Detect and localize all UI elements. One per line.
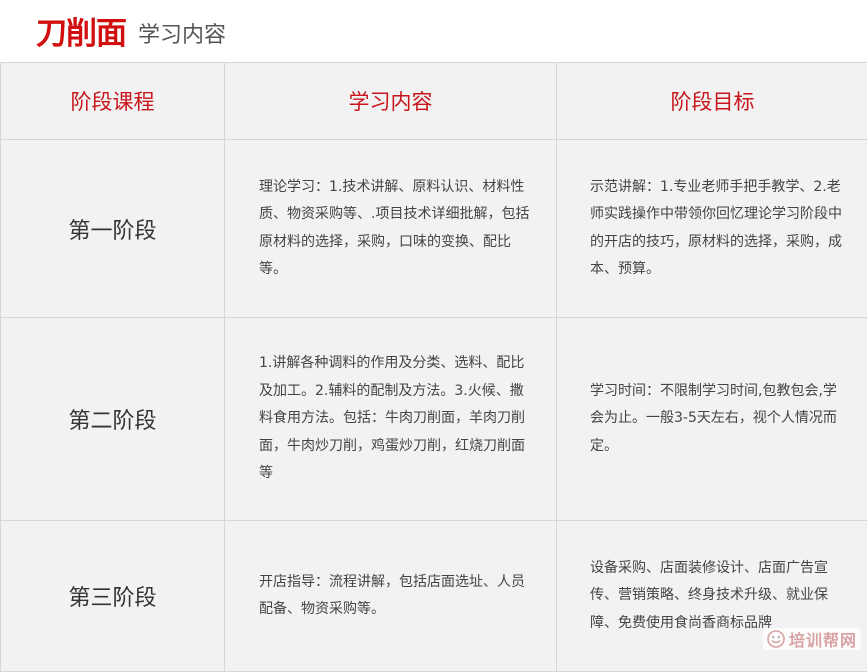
table-row: 第一阶段 理论学习：1.技术讲解、原料认识、材料性质、物资采购等、.项目技术详细… (1, 140, 867, 318)
table-row: 第三阶段 开店指导：流程讲解，包括店面选址、人员配备、物资采购等。 设备采购、店… (1, 521, 867, 672)
smiley-icon (767, 630, 785, 648)
watermark-text: 培训帮网 (789, 627, 857, 651)
stage-label: 第一阶段 (1, 140, 225, 318)
goal-cell: 示范讲解：1.专业老师手把手教学、2.老师实践操作中带领你回忆理论学习阶段中的开… (557, 174, 867, 284)
goal-cell: 学习时间：不限制学习时间,包教包会,学会为止。一般3-5天左右，视个人情况而定。 (557, 378, 867, 461)
header-learning-content: 学习内容 (225, 63, 557, 140)
stage-label: 第三阶段 (1, 521, 225, 672)
header-stage-course: 阶段课程 (1, 63, 225, 140)
page-header: 刀削面 学习内容 (0, 0, 867, 62)
content-cell: 理论学习：1.技术讲解、原料认识、材料性质、物资采购等、.项目技术详细批解，包括… (225, 174, 556, 284)
goal-cell: 设备采购、店面装修设计、店面广告宣传、营销策略、终身技术升级、就业保障、免费使用… (557, 555, 867, 638)
content-cell: 1.讲解各种调料的作用及分类、选料、配比及加工。2.辅料的配制及方法。3.火候、… (225, 350, 556, 488)
watermark: 培训帮网 (763, 628, 861, 650)
page-subtitle: 学习内容 (138, 17, 226, 49)
course-table: 阶段课程 学习内容 阶段目标 第一阶段 理论学习：1.技术讲解、原料认识、材料性… (0, 62, 867, 672)
header-stage-goal: 阶段目标 (557, 63, 867, 140)
page-title: 刀削面 (36, 8, 126, 53)
table-header-row: 阶段课程 学习内容 阶段目标 (1, 63, 867, 140)
stage-label: 第二阶段 (1, 318, 225, 521)
content-cell: 开店指导：流程讲解，包括店面选址、人员配备、物资采购等。 (225, 569, 556, 624)
table-row: 第二阶段 1.讲解各种调料的作用及分类、选料、配比及加工。2.辅料的配制及方法。… (1, 318, 867, 521)
